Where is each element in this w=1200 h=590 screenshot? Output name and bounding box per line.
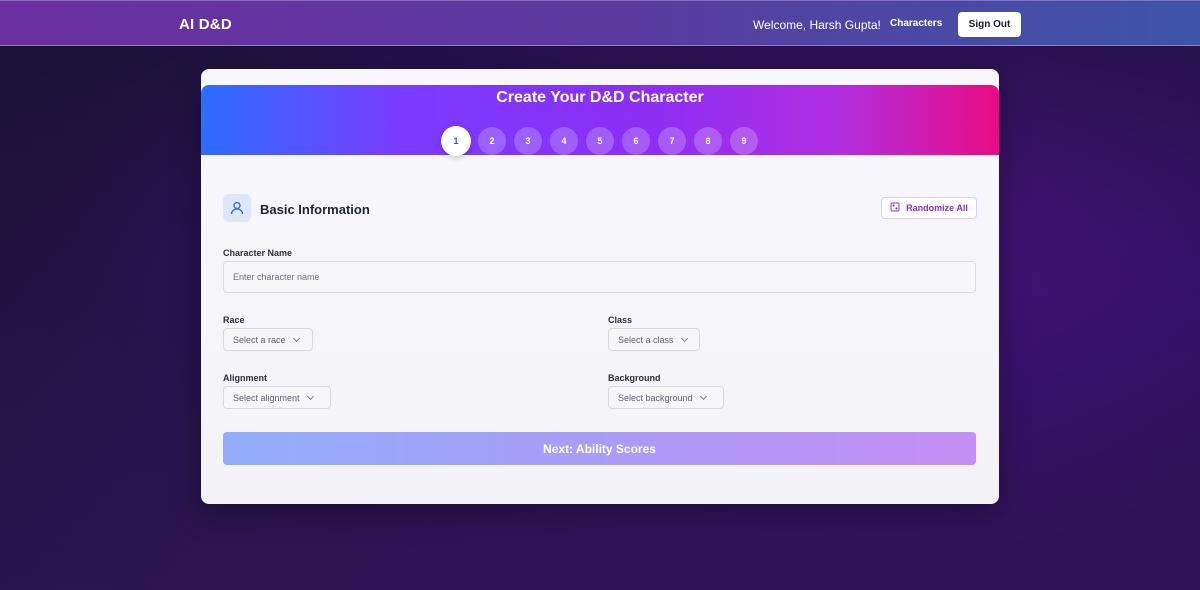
step-4[interactable]: 4 <box>550 127 578 155</box>
nav-characters-link[interactable]: Characters <box>890 18 942 29</box>
chevron-down-icon <box>680 334 688 342</box>
character-name-label: Character Name <box>223 248 293 258</box>
step-6[interactable]: 6 <box>622 127 650 155</box>
class-select[interactable]: Select a class <box>608 328 700 351</box>
dice-icon <box>890 202 900 214</box>
top-navbar: AI D&D Welcome, Harsh Gupta! Characters … <box>0 0 1200 46</box>
race-label: Race <box>223 315 245 325</box>
step-5[interactable]: 5 <box>586 127 614 155</box>
step-9[interactable]: 9 <box>730 127 758 155</box>
background-select[interactable]: Select background <box>608 386 724 409</box>
background-label: Background <box>608 373 661 383</box>
user-icon <box>223 194 251 222</box>
step-7[interactable]: 7 <box>658 127 686 155</box>
randomize-label: Randomize All <box>906 203 968 213</box>
step-3[interactable]: 3 <box>514 127 542 155</box>
character-name-input[interactable] <box>223 261 976 293</box>
next-ability-scores-button[interactable]: Next: Ability Scores <box>223 432 976 465</box>
page-title: Create Your D&D Character <box>496 89 704 106</box>
chevron-down-icon <box>292 334 300 342</box>
chevron-down-icon <box>699 392 707 400</box>
alignment-select-value: Select alignment <box>233 392 300 403</box>
chevron-down-icon <box>306 392 314 400</box>
alignment-select[interactable]: Select alignment <box>223 386 331 409</box>
step-8[interactable]: 8 <box>694 127 722 155</box>
randomize-all-button[interactable]: Randomize All <box>881 197 977 219</box>
class-select-value: Select a class <box>618 334 674 345</box>
race-select[interactable]: Select a race <box>223 328 313 351</box>
step-1[interactable]: 1 <box>441 126 471 156</box>
section-title: Basic Information <box>260 202 370 217</box>
race-select-value: Select a race <box>233 334 286 345</box>
welcome-text: Welcome, Harsh Gupta! <box>753 18 881 32</box>
class-label: Class <box>608 315 633 325</box>
sign-out-button[interactable]: Sign Out <box>958 12 1021 37</box>
character-creation-card: Create Your D&D Character 1 2 3 4 5 6 7 … <box>201 69 999 504</box>
wizard-header: Create Your D&D Character 1 2 3 4 5 6 7 … <box>201 85 999 156</box>
brand-logo[interactable]: AI D&D <box>179 16 232 33</box>
background-select-value: Select background <box>618 392 693 403</box>
step-2[interactable]: 2 <box>478 127 506 155</box>
alignment-label: Alignment <box>223 373 267 383</box>
